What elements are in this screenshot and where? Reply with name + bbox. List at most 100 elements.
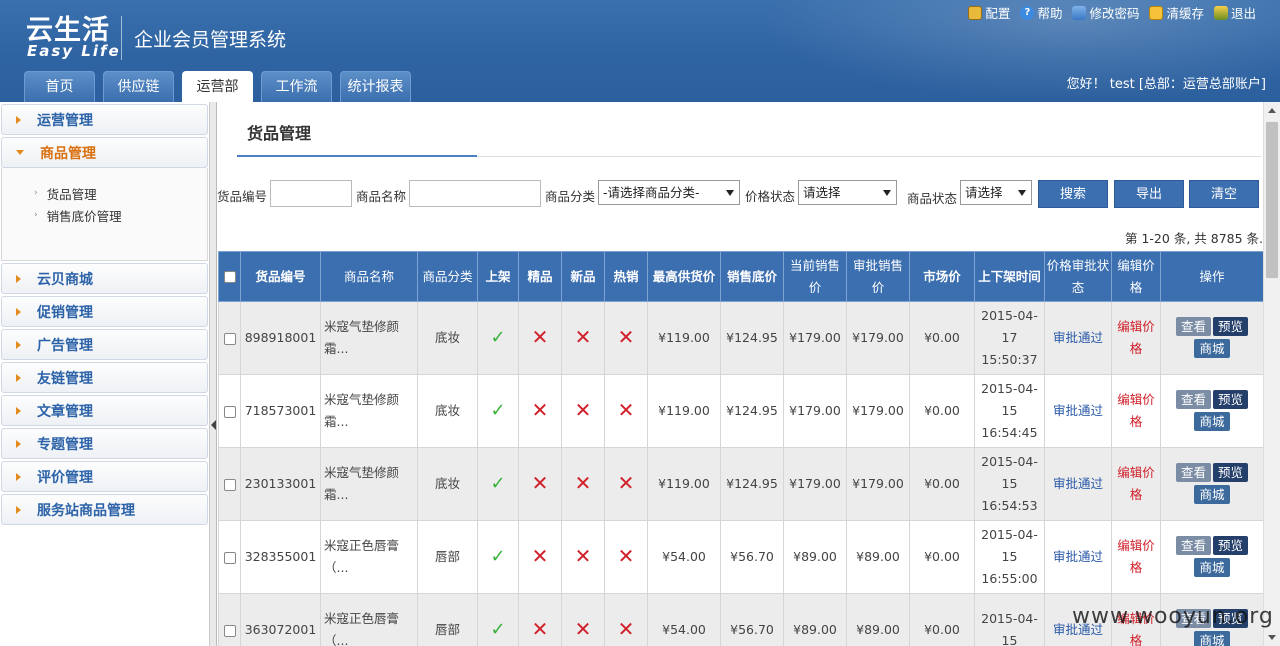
view-button[interactable]: 查看 bbox=[1175, 536, 1211, 555]
approval-status-link[interactable]: 审批通过 bbox=[1053, 330, 1103, 345]
tab-supply-chain[interactable]: 供应链 bbox=[103, 71, 174, 102]
new-cell: ✕ bbox=[561, 520, 605, 594]
sidebar-group-friend-links[interactable]: 友链管理 bbox=[1, 362, 208, 393]
goods-status-select[interactable]: 请选择 bbox=[960, 180, 1032, 205]
preview-button[interactable]: 预览 bbox=[1213, 536, 1249, 555]
sidebar-group-operations[interactable]: 运营管理 bbox=[1, 104, 208, 135]
edit-cell: 编辑价格 bbox=[1111, 374, 1161, 448]
view-button[interactable]: 查看 bbox=[1175, 609, 1211, 628]
logout-link[interactable]: 退出 bbox=[1213, 3, 1256, 22]
table-row: 230133001 米寇气垫修颜霜... 底妆 ✓ ✕ ✕ ✕ ¥119.00 ¥124.95 ¥… bbox=[218, 447, 1263, 521]
max-supply-cell: ¥119.00 bbox=[647, 447, 721, 521]
tab-home[interactable]: 首页 bbox=[24, 71, 95, 102]
sidebar-group-topics[interactable]: 专题管理 bbox=[1, 428, 208, 459]
row-checkbox[interactable] bbox=[223, 478, 236, 491]
help-label: 帮助 bbox=[1037, 6, 1063, 21]
preview-button[interactable]: 预览 bbox=[1213, 317, 1249, 336]
time-cell: 2015-04-15 16:54:53 bbox=[974, 447, 1045, 521]
sidebar-group-label: 广告管理 bbox=[37, 337, 93, 354]
scroll-thumb[interactable] bbox=[1266, 122, 1278, 278]
sidebar-group-label: 运营管理 bbox=[37, 112, 93, 129]
help-link[interactable]: ? 帮助 bbox=[1020, 3, 1062, 22]
vertical-scrollbar[interactable] bbox=[1263, 102, 1280, 646]
tab-operations[interactable]: 运营部 bbox=[182, 71, 253, 102]
approval-status-link[interactable]: 审批通过 bbox=[1053, 622, 1103, 637]
approval-status-link[interactable]: 审批通过 bbox=[1053, 476, 1103, 491]
sidebar-group-yunbei-mall[interactable]: 云贝商城 bbox=[1, 263, 208, 294]
tab-reports[interactable]: 统计报表 bbox=[340, 71, 411, 102]
mall-button[interactable]: 商城 bbox=[1194, 558, 1230, 577]
sidebar-item-floor-price[interactable]: › 销售底价管理 bbox=[2, 204, 207, 226]
clear-button[interactable]: 清空 bbox=[1189, 180, 1259, 208]
on-shelf-cell: ✓ bbox=[477, 374, 519, 448]
main-nav: 首页 供应链 运营部 工作流 统计报表 bbox=[24, 71, 411, 102]
table-header-row: 货品编号 商品名称 商品分类 上架 精品 新品 热销 最高供货价 销售底价 当前… bbox=[218, 251, 1263, 302]
row-checkbox[interactable] bbox=[223, 551, 236, 564]
preview-button[interactable]: 预览 bbox=[1213, 609, 1249, 628]
approved-cell: ¥179.00 bbox=[846, 447, 910, 521]
clear-cache-link[interactable]: 清缓存 bbox=[1149, 3, 1204, 22]
current-cell: ¥179.00 bbox=[783, 374, 847, 448]
time-cell: 2015-04-15 16:55:00 bbox=[974, 520, 1045, 594]
new-cell: ✕ bbox=[561, 301, 605, 375]
preview-button[interactable]: 预览 bbox=[1213, 390, 1249, 409]
col-header: 操作 bbox=[1160, 251, 1263, 302]
sidebar-splitter[interactable] bbox=[210, 102, 217, 646]
sidebar-group-ads[interactable]: 广告管理 bbox=[1, 329, 208, 360]
current-cell: ¥179.00 bbox=[783, 447, 847, 521]
market-cell: ¥0.00 bbox=[909, 593, 975, 646]
row-checkbox[interactable] bbox=[223, 405, 236, 418]
sidebar-group-articles[interactable]: 文章管理 bbox=[1, 395, 208, 426]
edit-price-link[interactable]: 编辑价格 bbox=[1117, 465, 1155, 502]
sidebar-item-goods[interactable]: › 货品管理 bbox=[2, 182, 207, 204]
edit-price-link[interactable]: 编辑价格 bbox=[1117, 611, 1155, 646]
sidebar-group-station-goods[interactable]: 服务站商品管理 bbox=[1, 494, 208, 525]
current-cell: ¥89.00 bbox=[783, 593, 847, 646]
edit-price-link[interactable]: 编辑价格 bbox=[1117, 392, 1155, 429]
config-link[interactable]: 配置 bbox=[968, 3, 1010, 22]
row-checkbox[interactable] bbox=[223, 332, 236, 345]
edit-price-link[interactable]: 编辑价格 bbox=[1117, 538, 1155, 575]
sidebar-group-promotion[interactable]: 促销管理 bbox=[1, 296, 208, 327]
export-button[interactable]: 导出 bbox=[1114, 180, 1184, 208]
cross-icon: ✕ bbox=[574, 470, 592, 495]
code-input[interactable] bbox=[270, 180, 352, 207]
floor-cell: ¥124.95 bbox=[720, 374, 784, 448]
goods-status-select-value: 请选择 bbox=[965, 185, 1003, 200]
sidebar-group-label: 商品管理 bbox=[40, 145, 96, 162]
mall-button[interactable]: 商城 bbox=[1194, 631, 1230, 646]
approval-status-link[interactable]: 审批通过 bbox=[1053, 549, 1103, 564]
view-button[interactable]: 查看 bbox=[1175, 390, 1211, 409]
sidebar-group-products[interactable]: 商品管理 bbox=[1, 137, 208, 168]
scroll-down-icon[interactable] bbox=[1268, 635, 1276, 640]
sidebar-group-reviews[interactable]: 评价管理 bbox=[1, 461, 208, 492]
select-all-checkbox[interactable] bbox=[223, 271, 236, 283]
name-cell: 米寇气垫修颜霜... bbox=[320, 301, 418, 375]
title-underline bbox=[237, 155, 477, 157]
preview-button[interactable]: 预览 bbox=[1213, 463, 1249, 482]
chevron-right-icon bbox=[16, 307, 21, 316]
view-button[interactable]: 查看 bbox=[1175, 463, 1211, 482]
category-cell: 底妆 bbox=[417, 301, 478, 375]
pager-info: 第 1-20 条, 共 8785 条. bbox=[1125, 231, 1263, 246]
mall-button[interactable]: 商城 bbox=[1194, 339, 1230, 358]
dropdown-arrow-icon bbox=[1018, 190, 1026, 196]
row-checkbox[interactable] bbox=[223, 624, 236, 637]
price-status-select[interactable]: 请选择 bbox=[798, 180, 897, 205]
name-input[interactable] bbox=[409, 180, 541, 207]
mall-button[interactable]: 商城 bbox=[1194, 485, 1230, 504]
goods-status-label: 商品状态 bbox=[907, 191, 958, 206]
status-cell: 审批通过 bbox=[1044, 447, 1112, 521]
category-select-value: -请选择商品分类- bbox=[603, 185, 700, 200]
collapse-arrow-icon[interactable] bbox=[211, 420, 216, 430]
search-button[interactable]: 搜索 bbox=[1038, 180, 1108, 208]
col-header: 上架 bbox=[477, 251, 519, 302]
view-button[interactable]: 查看 bbox=[1175, 317, 1211, 336]
category-select[interactable]: -请选择商品分类- bbox=[598, 180, 740, 205]
tab-workflow[interactable]: 工作流 bbox=[261, 71, 332, 102]
approval-status-link[interactable]: 审批通过 bbox=[1053, 403, 1103, 418]
mall-button[interactable]: 商城 bbox=[1194, 412, 1230, 431]
change-password-link[interactable]: 修改密码 bbox=[1072, 3, 1139, 22]
edit-price-link[interactable]: 编辑价格 bbox=[1117, 319, 1155, 356]
scroll-up-icon[interactable] bbox=[1268, 108, 1276, 113]
